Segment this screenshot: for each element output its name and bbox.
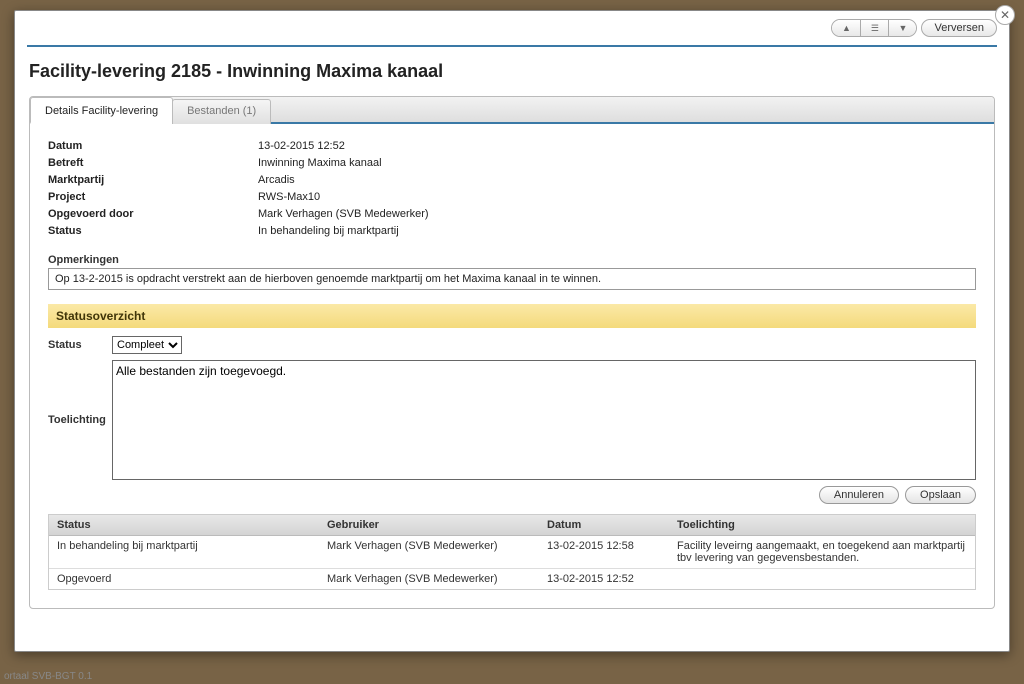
opmerkingen-label: Opmerkingen: [48, 254, 976, 266]
row-marktpartij: Marktpartij Arcadis: [48, 172, 976, 189]
cell-status: Opgevoerd: [49, 569, 319, 590]
tab-bestanden[interactable]: Bestanden (1): [172, 99, 271, 124]
form-row-toelichting: Toelichting: [48, 360, 976, 480]
label-betreft: Betreft: [48, 155, 258, 172]
label-marktpartij: Marktpartij: [48, 172, 258, 189]
cell-toelichting: [669, 569, 975, 590]
nav-down-icon[interactable]: ▼: [888, 20, 916, 36]
cell-gebruiker: Mark Verhagen (SVB Medewerker): [319, 536, 539, 569]
row-betreft: Betreft Inwinning Maxima kanaal: [48, 155, 976, 172]
cell-gebruiker: Mark Verhagen (SVB Medewerker): [319, 569, 539, 590]
label-status: Status: [48, 223, 258, 240]
save-button[interactable]: Opslaan: [905, 486, 976, 504]
value-betreft: Inwinning Maxima kanaal: [258, 155, 976, 172]
cell-toelichting: Facility leveirng aangemaakt, en toegeke…: [669, 536, 975, 569]
value-datum: 13-02-2015 12:52: [258, 138, 976, 155]
opmerkingen-value: Op 13-2-2015 is opdracht verstrekt aan d…: [48, 268, 976, 290]
table-row: Opgevoerd Mark Verhagen (SVB Medewerker)…: [49, 569, 975, 590]
value-opgevoerd: Mark Verhagen (SVB Medewerker): [258, 206, 976, 223]
form-buttons: Annuleren Opslaan: [48, 486, 976, 504]
value-marktpartij: Arcadis: [258, 172, 976, 189]
nav-icon-group: ▲ ☰ ▼: [831, 19, 917, 37]
form-label-status: Status: [48, 339, 112, 351]
status-form: Status Compleet Toelichting Annuleren Op…: [48, 336, 976, 504]
status-select[interactable]: Compleet: [112, 336, 182, 354]
th-toelichting: Toelichting: [669, 515, 975, 536]
row-project: Project RWS-Max10: [48, 189, 976, 206]
history-table: Status Gebruiker Datum Toelichting In be…: [48, 514, 976, 590]
toelichting-textarea[interactable]: [112, 360, 976, 480]
tab-body: Datum 13-02-2015 12:52 Betreft Inwinning…: [30, 124, 994, 608]
row-opgevoerd: Opgevoerd door Mark Verhagen (SVB Medewe…: [48, 206, 976, 223]
form-row-status: Status Compleet: [48, 336, 976, 354]
row-datum: Datum 13-02-2015 12:52: [48, 138, 976, 155]
tab-headers: Details Facility-levering Bestanden (1): [30, 97, 994, 124]
toolbar: ▲ ☰ ▼ Verversen: [15, 11, 1009, 45]
row-status: Status In behandeling bij marktpartij: [48, 223, 976, 240]
bg-footer-text: ortaal SVB-BGT 0.1: [0, 669, 96, 684]
nav-up-icon[interactable]: ▲: [832, 20, 860, 36]
label-project: Project: [48, 189, 258, 206]
cancel-button[interactable]: Annuleren: [819, 486, 899, 504]
label-opgevoerd: Opgevoerd door: [48, 206, 258, 223]
th-datum: Datum: [539, 515, 669, 536]
nav-list-icon[interactable]: ☰: [860, 20, 888, 36]
form-label-toelichting: Toelichting: [48, 360, 112, 480]
value-project: RWS-Max10: [258, 189, 976, 206]
refresh-button[interactable]: Verversen: [921, 19, 997, 37]
cell-datum: 13-02-2015 12:58: [539, 536, 669, 569]
page-title: Facility-levering 2185 - Inwinning Maxim…: [15, 51, 1009, 96]
cell-status: In behandeling bij marktpartij: [49, 536, 319, 569]
th-status: Status: [49, 515, 319, 536]
statusoverzicht-heading: Statusoverzicht: [48, 304, 976, 328]
value-status: In behandeling bij marktpartij: [258, 223, 976, 240]
tab-details[interactable]: Details Facility-levering: [30, 97, 173, 124]
th-gebruiker: Gebruiker: [319, 515, 539, 536]
tabset: Details Facility-levering Bestanden (1) …: [29, 96, 995, 609]
table-row: In behandeling bij marktpartij Mark Verh…: [49, 536, 975, 569]
facility-modal: ✕ ▲ ☰ ▼ Verversen Facility-levering 2185…: [14, 10, 1010, 652]
header-divider: [27, 45, 997, 47]
close-icon[interactable]: ✕: [995, 5, 1015, 25]
cell-datum: 13-02-2015 12:52: [539, 569, 669, 590]
label-datum: Datum: [48, 138, 258, 155]
